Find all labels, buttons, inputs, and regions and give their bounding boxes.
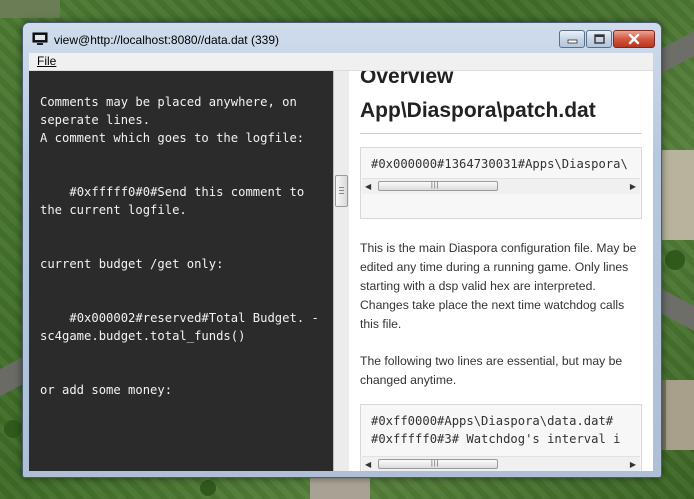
minimize-button[interactable] xyxy=(559,30,585,48)
scrollbar-thumb[interactable]: ||| xyxy=(378,459,498,469)
viewer-window: view@http://localhost:8080//data.dat (33… xyxy=(22,22,662,478)
minimize-icon xyxy=(567,39,578,44)
menu-bar: File xyxy=(29,53,653,71)
pane-splitter[interactable] xyxy=(333,71,349,471)
source-code-text: Comments may be placed anywhere, on sepe… xyxy=(40,95,319,397)
horizontal-scrollbar[interactable]: ◀ ||| ▶ xyxy=(362,456,640,471)
window-title: view@http://localhost:8080//data.dat (33… xyxy=(54,33,279,47)
building xyxy=(660,380,694,450)
scrollbar-thumb[interactable]: ||| xyxy=(378,181,498,191)
scroll-right-arrow-icon[interactable]: ▶ xyxy=(630,460,636,469)
code-line: #0xff0000#Apps\Diaspora\data.dat# xyxy=(371,414,614,428)
tree xyxy=(665,250,685,270)
scroll-left-arrow-icon[interactable]: ◀ xyxy=(365,182,371,191)
description-paragraph: The following two lines are essential, b… xyxy=(360,354,623,387)
scroll-right-arrow-icon[interactable]: ▶ xyxy=(630,182,636,191)
tree xyxy=(4,420,22,438)
section-heading-overview: Overview xyxy=(360,71,454,88)
maximize-icon xyxy=(594,34,605,44)
code-block: #0xff0000#Apps\Diaspora\data.dat# #0xfff… xyxy=(360,404,642,471)
tree xyxy=(200,480,216,496)
page-heading: App\Diaspora\patch.dat xyxy=(360,99,596,122)
maximize-button[interactable] xyxy=(586,30,612,48)
heading-divider xyxy=(360,133,642,134)
menu-file[interactable]: File xyxy=(37,54,56,68)
source-code-pane[interactable]: Comments may be placed anywhere, on sepe… xyxy=(29,71,333,471)
horizontal-scrollbar[interactable]: ◀ ||| ▶ xyxy=(362,178,640,194)
splitter-handle[interactable] xyxy=(335,175,348,207)
code-line: #0xfffff0#3# Watchdog's interval i xyxy=(371,432,621,446)
close-button[interactable] xyxy=(613,30,655,48)
close-icon xyxy=(628,33,640,45)
description-paragraph: This is the main Diaspora configuration … xyxy=(360,241,637,331)
title-bar[interactable]: view@http://localhost:8080//data.dat (33… xyxy=(23,23,661,55)
code-line: #0x000000#1364730031#Apps\Diaspora\ xyxy=(371,157,628,171)
code-block: #0x000000#1364730031#Apps\Diaspora\ ◀ ||… xyxy=(360,147,642,219)
rendered-doc-pane[interactable]: Overview App\Diaspora\patch.dat #0x00000… xyxy=(349,71,653,471)
building xyxy=(310,478,370,499)
building xyxy=(0,0,60,18)
scroll-left-arrow-icon[interactable]: ◀ xyxy=(365,460,371,469)
computer-monitor-icon xyxy=(32,32,48,46)
